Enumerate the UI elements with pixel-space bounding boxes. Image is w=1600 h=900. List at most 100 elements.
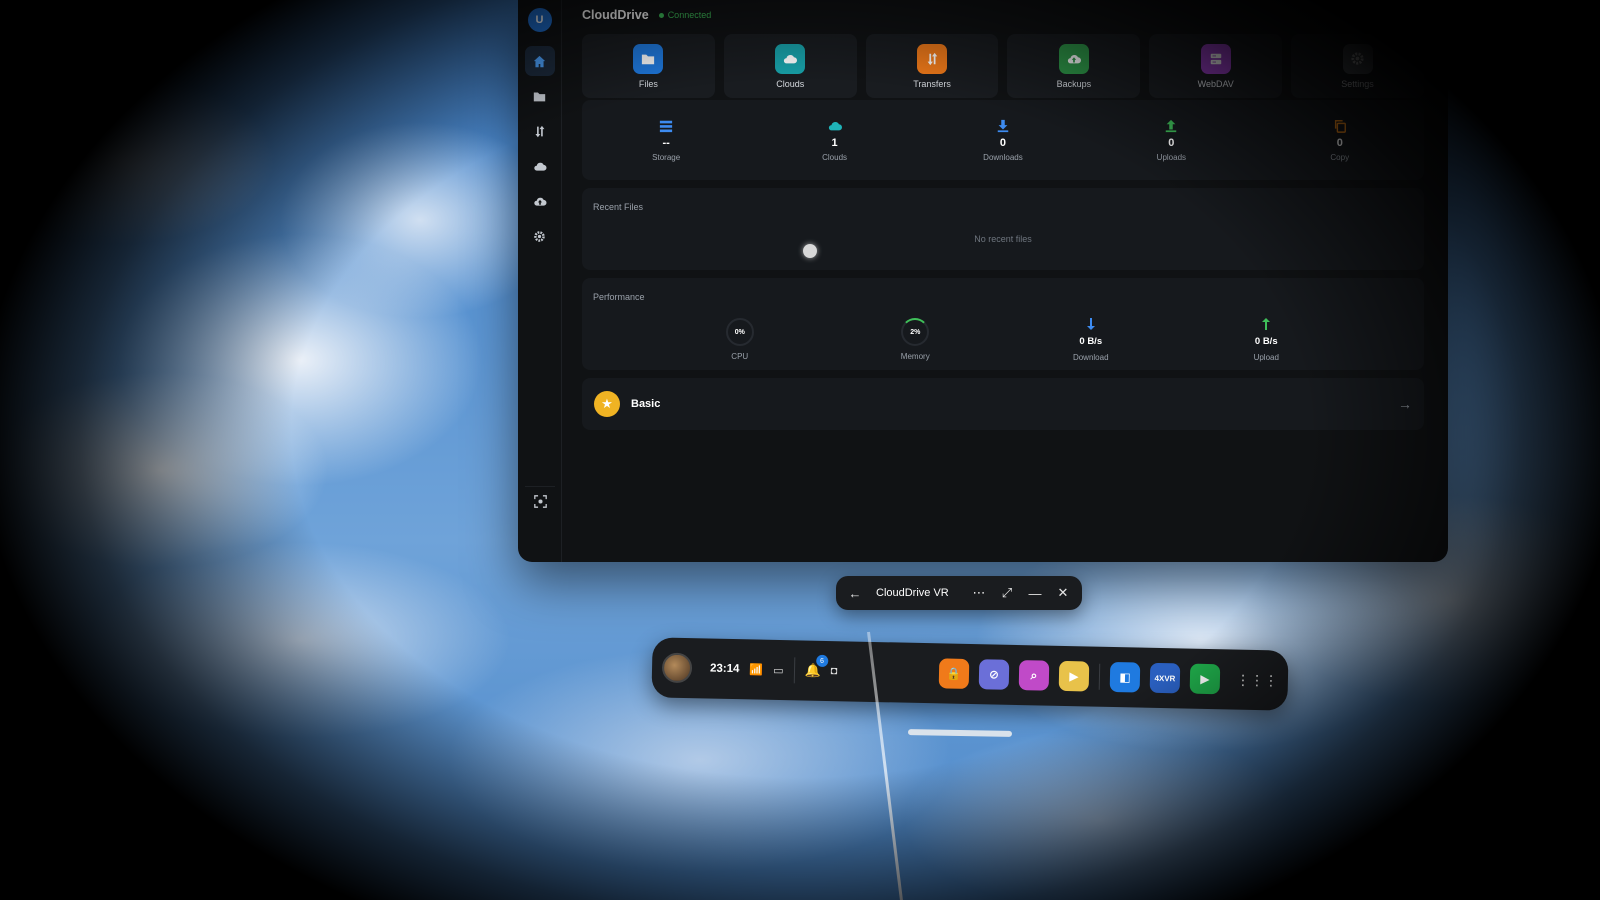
status-dot bbox=[658, 12, 664, 18]
minimize-icon[interactable]: — bbox=[1028, 586, 1042, 601]
backups-tile[interactable]: Backups bbox=[1007, 34, 1141, 98]
notifications-button[interactable]: 🔔 6 bbox=[804, 654, 829, 679]
stats-panel: -- Storage 1 Clouds 0 Downloads 0 Upload… bbox=[582, 100, 1424, 180]
dock-spacer bbox=[847, 671, 929, 673]
download-arrow-icon bbox=[1086, 318, 1095, 330]
connection-status: Connected bbox=[658, 10, 712, 20]
stat-uploads: 0 Uploads bbox=[1126, 119, 1216, 162]
transfers-tile-label: Transfers bbox=[913, 78, 951, 89]
plan-name: Basic bbox=[631, 398, 661, 410]
stat-copy: 0 Copy bbox=[1295, 119, 1385, 162]
profile-avatar[interactable] bbox=[661, 652, 693, 684]
sidebar-item-backups[interactable] bbox=[525, 186, 555, 216]
app-title: CloudDrive bbox=[582, 8, 649, 22]
stat-copy-label: Copy bbox=[1330, 152, 1350, 162]
sidebar-item-clouds[interactable] bbox=[525, 151, 555, 181]
4xvr-app-icon[interactable]: 4XVR bbox=[1149, 662, 1181, 694]
dock-divider bbox=[1098, 663, 1101, 690]
browser-app-icon[interactable]: ⊘ bbox=[978, 659, 1010, 690]
headset-icon[interactable]: ◘ bbox=[831, 665, 838, 677]
cloud-icon bbox=[533, 162, 546, 171]
folder-icon bbox=[633, 43, 664, 74]
back-arrow-icon[interactable]: ← bbox=[848, 586, 862, 601]
stat-storage-label: Storage bbox=[652, 152, 681, 162]
cloud-upload-icon bbox=[533, 197, 546, 206]
copy-icon bbox=[1334, 119, 1346, 133]
sidebar-item-scan[interactable] bbox=[525, 486, 555, 516]
clouddrive-window: U CloudDrive Connected Files Clouds Tran… bbox=[518, 0, 1448, 562]
memory-gauge: 2% bbox=[901, 318, 930, 346]
stat-storage: -- Storage bbox=[621, 119, 711, 162]
window-control-bar: ← CloudDrive VR ⋯ ⤢ — ✕ bbox=[836, 576, 1082, 610]
perf-download-label: Download bbox=[1072, 353, 1109, 362]
cloud-icon bbox=[775, 43, 806, 74]
media-app-icon[interactable]: ▶ bbox=[1058, 660, 1090, 692]
transfer-icon bbox=[535, 125, 545, 137]
sidebar-item-files[interactable] bbox=[525, 81, 555, 111]
upload-arrow-icon bbox=[1262, 318, 1271, 330]
stat-uploads-value: 0 bbox=[1168, 136, 1175, 149]
stat-clouds: 1 Clouds bbox=[790, 119, 880, 162]
star-icon: ★ bbox=[594, 391, 620, 417]
server-icon bbox=[1200, 43, 1231, 74]
perf-memory: 2% Memory bbox=[875, 318, 955, 362]
perf-download-value: 0 B/s bbox=[1079, 336, 1103, 347]
settings-tile[interactable]: Settings bbox=[1291, 34, 1424, 98]
cloud-icon bbox=[828, 121, 842, 130]
files-tile-label: Files bbox=[638, 78, 658, 89]
cpu-gauge: 0% bbox=[725, 318, 754, 346]
scan-icon bbox=[533, 495, 547, 508]
perf-upload: 0 B/s Upload bbox=[1226, 318, 1306, 362]
perf-cpu: 0% CPU bbox=[700, 318, 780, 362]
play-app-icon[interactable]: ▶ bbox=[1189, 663, 1221, 695]
clock: 23:14 bbox=[709, 662, 740, 676]
performance-panel: Performance 0% CPU 2% Memory 0 B/s Downl… bbox=[582, 278, 1424, 370]
perf-upload-label: Upload bbox=[1253, 353, 1279, 362]
sidebar: U bbox=[518, 0, 562, 562]
more-options-icon[interactable]: ⋯ bbox=[972, 585, 986, 601]
settings-tile-label: Settings bbox=[1341, 78, 1374, 89]
webdav-tile[interactable]: WebDAV bbox=[1149, 34, 1283, 98]
performance-title: Performance bbox=[593, 292, 645, 302]
wifi-icon[interactable]: 📶 bbox=[749, 663, 763, 676]
main-content: CloudDrive Connected Files Clouds Transf… bbox=[582, 0, 1424, 430]
user-avatar[interactable]: U bbox=[527, 8, 552, 32]
clouddrive-app-icon[interactable]: ◧ bbox=[1109, 661, 1141, 693]
clouds-tile[interactable]: Clouds bbox=[723, 34, 857, 98]
sidebar-item-home[interactable] bbox=[524, 46, 555, 76]
fullscreen-icon[interactable]: ⤢ bbox=[1000, 585, 1014, 601]
stat-clouds-value: 1 bbox=[831, 136, 838, 149]
app-library-icon[interactable]: ⋮⋮⋮ bbox=[1236, 671, 1278, 689]
folder-icon bbox=[533, 91, 546, 101]
search-app-icon[interactable]: ⌕ bbox=[1018, 660, 1050, 691]
stat-copy-value: 0 bbox=[1336, 136, 1343, 149]
perf-memory-label: Memory bbox=[900, 352, 930, 361]
recent-files-panel: Recent Files No recent files bbox=[582, 188, 1424, 270]
close-icon[interactable]: ✕ bbox=[1056, 585, 1070, 601]
clouds-tile-label: Clouds bbox=[776, 78, 805, 89]
header: CloudDrive Connected bbox=[582, 0, 1424, 30]
transfers-tile[interactable]: Transfers bbox=[865, 34, 999, 98]
files-tile[interactable]: Files bbox=[582, 34, 715, 98]
stat-uploads-label: Uploads bbox=[1156, 152, 1187, 162]
gear-icon bbox=[534, 230, 545, 242]
battery-icon[interactable]: ▭ bbox=[773, 663, 784, 676]
sidebar-item-settings[interactable] bbox=[525, 221, 555, 251]
store-lock-app-icon[interactable]: 🔒 bbox=[938, 658, 970, 689]
sidebar-item-transfers[interactable] bbox=[525, 116, 555, 146]
perf-upload-value: 0 B/s bbox=[1254, 336, 1278, 347]
backups-tile-label: Backups bbox=[1056, 78, 1092, 89]
webdav-tile-label: WebDAV bbox=[1197, 78, 1234, 89]
connection-status-label: Connected bbox=[667, 10, 712, 20]
vr-pointer-cursor bbox=[803, 244, 817, 258]
notification-badge: 6 bbox=[815, 654, 829, 668]
perf-download: 0 B/s Download bbox=[1051, 318, 1131, 362]
plan-card[interactable]: ★ Basic → bbox=[582, 378, 1424, 430]
perf-cpu-label: CPU bbox=[731, 352, 749, 361]
gear-icon bbox=[1342, 43, 1373, 74]
recent-files-empty: No recent files bbox=[974, 234, 1032, 244]
home-icon bbox=[533, 55, 546, 67]
stat-downloads-label: Downloads bbox=[983, 152, 1023, 162]
performance-metrics: 0% CPU 2% Memory 0 B/s Download 0 B/s Up… bbox=[582, 302, 1424, 362]
storage-icon bbox=[660, 120, 673, 132]
